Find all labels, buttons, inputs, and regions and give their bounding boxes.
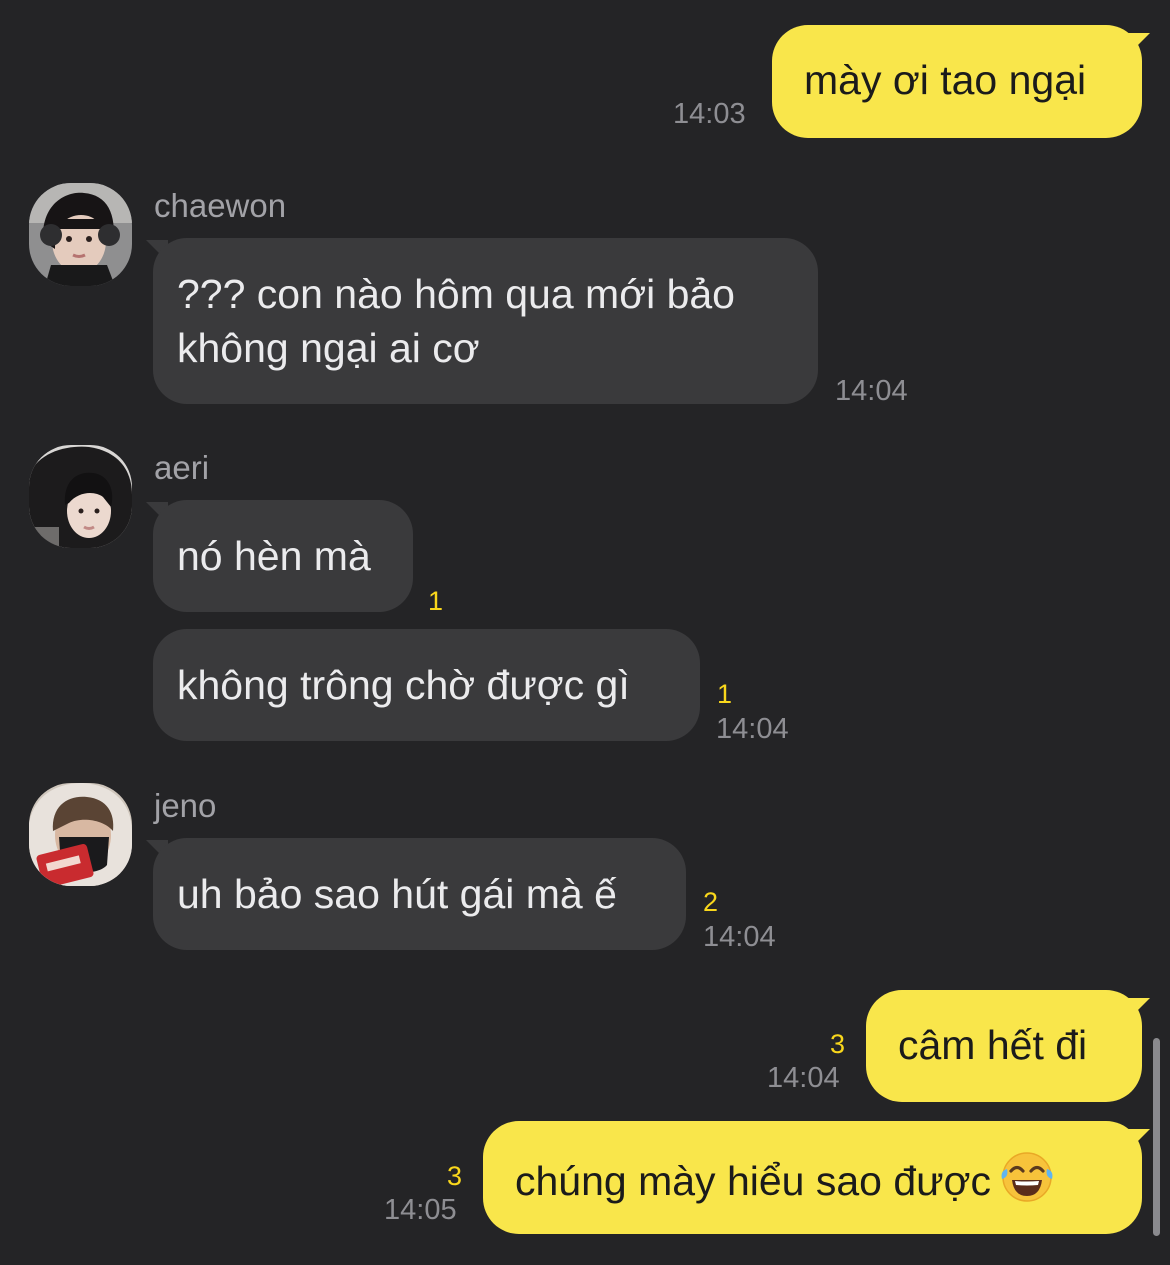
incoming-message-bubble[interactable]: nó hèn mà [153, 500, 413, 612]
scrollbar[interactable] [1153, 1038, 1160, 1236]
message-text-line: không ngại ai cơ [177, 325, 480, 371]
face-with-tears-of-joy-icon [1001, 1152, 1053, 1202]
message-text: không trông chờ được gì [177, 662, 630, 708]
avatar-aeri[interactable] [29, 445, 132, 548]
outgoing-message-bubble[interactable]: mày ơi tao ngại [772, 25, 1142, 138]
sender-name: aeri [154, 449, 210, 486]
message-text: mày ơi tao ngại [804, 57, 1087, 103]
avatar-jeno[interactable] [29, 783, 132, 886]
chat-room-view: 14:03 mày ơi tao ngại chaewon ??? con nà… [0, 0, 1170, 1265]
unread-count: 2 [703, 887, 719, 917]
message-timestamp: 14:05 [384, 1194, 457, 1226]
message-text: câm hết đi [898, 1022, 1088, 1068]
message-text: chúng mày hiểu sao được [515, 1158, 991, 1204]
unread-count: 1 [717, 679, 733, 709]
bubble-tail [1128, 33, 1150, 55]
bubble-tail [1128, 1129, 1150, 1151]
bubble-tail [1128, 998, 1150, 1020]
message-timestamp: 14:04 [716, 713, 789, 745]
sender-name: chaewon [154, 187, 287, 224]
message-timestamp: 14:04 [703, 921, 776, 953]
unread-count: 3 [830, 1029, 846, 1059]
unread-count: 1 [428, 586, 444, 616]
sender-name: jeno [154, 787, 217, 824]
unread-count: 3 [447, 1161, 463, 1191]
avatar-chaewon[interactable] [29, 183, 132, 286]
incoming-message-bubble[interactable]: uh bảo sao hút gái mà ế [153, 838, 686, 950]
message-timestamp: 14:04 [835, 375, 908, 407]
message-timestamp: 14:04 [767, 1062, 840, 1094]
outgoing-message-bubble[interactable]: chúng mày hiểu sao được [483, 1121, 1142, 1234]
message-timestamp: 14:03 [673, 98, 746, 130]
message-text: uh bảo sao hút gái mà ế [177, 871, 617, 917]
outgoing-message-bubble[interactable]: câm hết đi [866, 990, 1142, 1102]
message-text: nó hèn mà [177, 533, 371, 579]
incoming-message-bubble[interactable]: ??? con nào hôm qua mới bảo không ngại a… [153, 238, 818, 404]
message-text-line: ??? con nào hôm qua mới bảo [177, 271, 735, 317]
incoming-message-bubble[interactable]: không trông chờ được gì [153, 629, 700, 741]
